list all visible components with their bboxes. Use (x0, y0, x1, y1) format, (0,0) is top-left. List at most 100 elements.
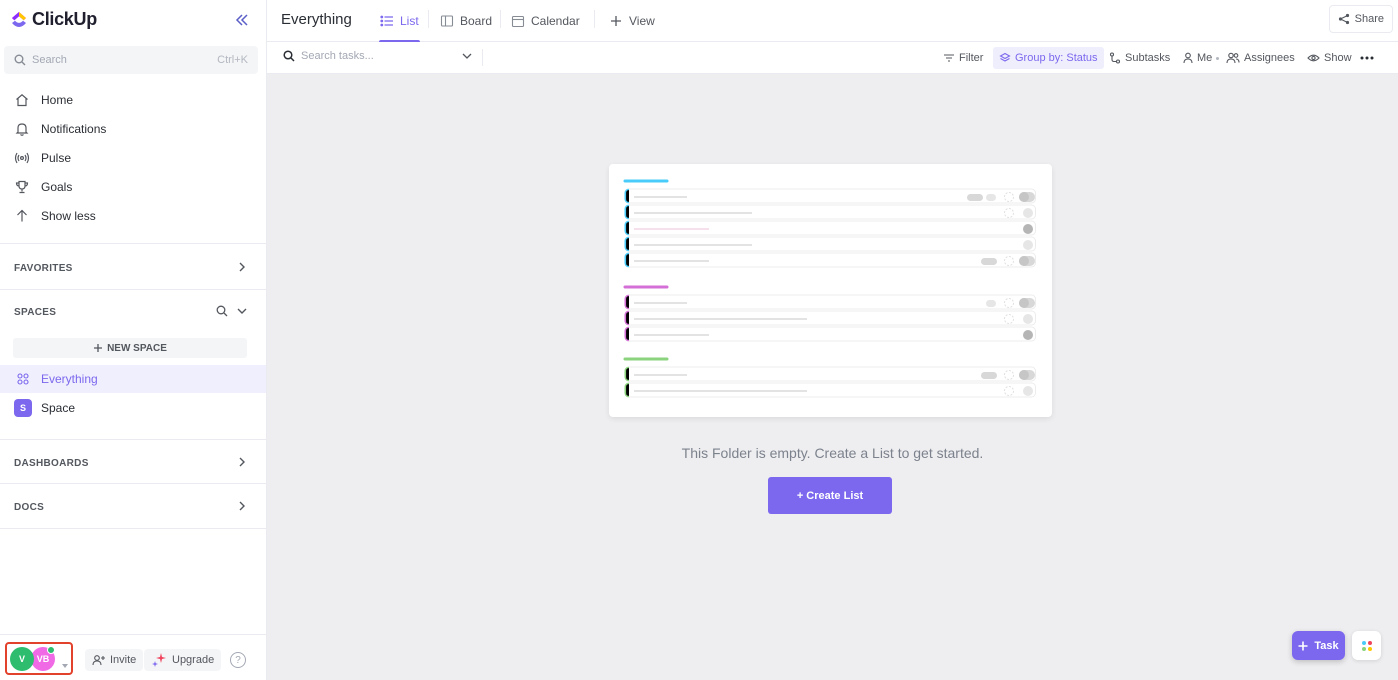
main-content: This Folder is empty. Create a List to g… (267, 74, 1398, 680)
assignees-button[interactable]: Assignees (1226, 50, 1295, 66)
share-icon (1338, 13, 1349, 25)
layers-icon (999, 52, 1011, 62)
top-bar: Everything List Board Calendar View Shar… (267, 0, 1398, 42)
plus-icon (611, 16, 621, 26)
task-search-input[interactable]: Search tasks... (283, 50, 473, 62)
pulse-icon (14, 150, 30, 166)
clickup-logo[interactable]: ClickUp (10, 9, 97, 30)
divider (0, 483, 266, 484)
arrow-up-icon (14, 208, 30, 224)
tab-label: Board (460, 14, 493, 28)
sidebar: ClickUp Search Ctrl+K Home Notifications… (0, 0, 267, 680)
sidebar-item-everything[interactable]: Everything (0, 365, 266, 393)
sidebar-item-label: Space (41, 401, 76, 415)
spaces-header[interactable]: SPACES (14, 307, 56, 318)
task-search-placeholder: Search tasks... (301, 50, 374, 62)
share-button[interactable]: Share (1328, 5, 1393, 33)
invite-button[interactable]: Invite (85, 649, 144, 671)
avatar: V (10, 647, 34, 671)
more-options-icon[interactable] (1360, 50, 1374, 66)
divider (0, 528, 266, 529)
sidebar-item-label: Show less (41, 209, 96, 223)
apps-icon[interactable] (1352, 631, 1381, 660)
home-icon (14, 92, 30, 108)
user-menu[interactable]: V VB (5, 642, 73, 675)
show-button[interactable]: Show (1307, 50, 1352, 66)
group-by-button[interactable]: Group by: Status (993, 47, 1104, 69)
online-status-dot (47, 646, 55, 654)
divider (0, 439, 266, 440)
user-icon (1183, 52, 1193, 64)
dashboards-header[interactable]: DASHBOARDS (14, 458, 89, 469)
create-list-button[interactable]: + Create List (768, 477, 892, 514)
clickup-logo-icon (12, 11, 26, 27)
chevron-right-icon[interactable] (236, 261, 248, 273)
sidebar-item-notifications[interactable]: Notifications (14, 119, 254, 139)
chevron-down-icon[interactable] (461, 50, 473, 62)
me-label: Me (1197, 52, 1213, 64)
tab-list[interactable]: List (379, 0, 420, 42)
eye-icon (1307, 54, 1320, 62)
invite-label: Invite (110, 654, 137, 666)
sidebar-item-label: Notifications (41, 122, 107, 136)
share-label: Share (1354, 13, 1384, 25)
sidebar-item-home[interactable]: Home (14, 90, 254, 110)
users-icon (1226, 52, 1240, 64)
tab-label: View (629, 14, 655, 28)
tab-label: Calendar (531, 14, 580, 28)
divider (0, 289, 266, 290)
tab-board[interactable]: Board (440, 0, 492, 42)
me-filter-button[interactable]: Me (1183, 50, 1212, 66)
grid-icon (17, 373, 29, 385)
search-icon (14, 54, 26, 66)
tab-label: List (400, 14, 419, 28)
sidebar-item-label: Goals (41, 180, 73, 194)
sidebar-item-space[interactable]: S Space (0, 394, 266, 422)
group-by-label: Group by: Status (1015, 52, 1098, 64)
plus-icon (94, 344, 103, 352)
new-space-label: NEW SPACE (107, 342, 167, 354)
sidebar-item-pulse[interactable]: Pulse (14, 148, 254, 168)
bell-icon (14, 121, 30, 137)
sidebar-item-goals[interactable]: Goals (14, 177, 254, 197)
tab-separator (428, 10, 429, 28)
subtasks-icon (1109, 52, 1121, 64)
favorites-header[interactable]: FAVORITES (14, 263, 73, 274)
caret-down-icon (62, 657, 68, 671)
add-view-button[interactable]: View (609, 0, 655, 42)
calendar-icon (511, 15, 525, 28)
help-icon[interactable]: ? (230, 652, 246, 668)
tab-calendar[interactable]: Calendar (511, 0, 580, 42)
brand-name: ClickUp (32, 9, 97, 29)
list-icon (380, 15, 393, 27)
page-title: Everything (281, 11, 352, 28)
toolbar: Search tasks... Filter Group by: Status … (267, 42, 1398, 74)
tab-separator (500, 10, 501, 28)
chevron-right-icon[interactable] (236, 456, 248, 468)
sidebar-search[interactable]: Search Ctrl+K (4, 46, 258, 74)
subtasks-label: Subtasks (1125, 52, 1171, 64)
add-user-icon (92, 655, 105, 666)
new-task-button[interactable]: Task (1292, 631, 1345, 660)
space-badge: S (14, 399, 32, 417)
trophy-icon (14, 179, 30, 195)
search-placeholder: Search (32, 54, 67, 66)
new-space-button[interactable]: NEW SPACE (13, 338, 247, 358)
docs-header[interactable]: DOCS (14, 502, 44, 513)
search-spaces-icon[interactable] (216, 305, 228, 317)
chevron-down-icon[interactable] (236, 305, 248, 317)
divider (0, 243, 266, 244)
subtasks-button[interactable]: Subtasks (1109, 50, 1170, 66)
filter-button[interactable]: Filter (943, 50, 983, 66)
dot-separator (1216, 57, 1219, 60)
upgrade-button[interactable]: Upgrade (144, 649, 222, 671)
filter-icon (944, 54, 954, 62)
sidebar-item-label: Home (41, 93, 74, 107)
assignees-label: Assignees (1244, 52, 1295, 64)
sidebar-item-label: Everything (41, 372, 98, 386)
filter-label: Filter (959, 52, 984, 64)
sidebar-item-show-less[interactable]: Show less (14, 206, 254, 226)
show-label: Show (1324, 52, 1352, 64)
collapse-sidebar-icon[interactable] (233, 11, 251, 29)
chevron-right-icon[interactable] (236, 500, 248, 512)
